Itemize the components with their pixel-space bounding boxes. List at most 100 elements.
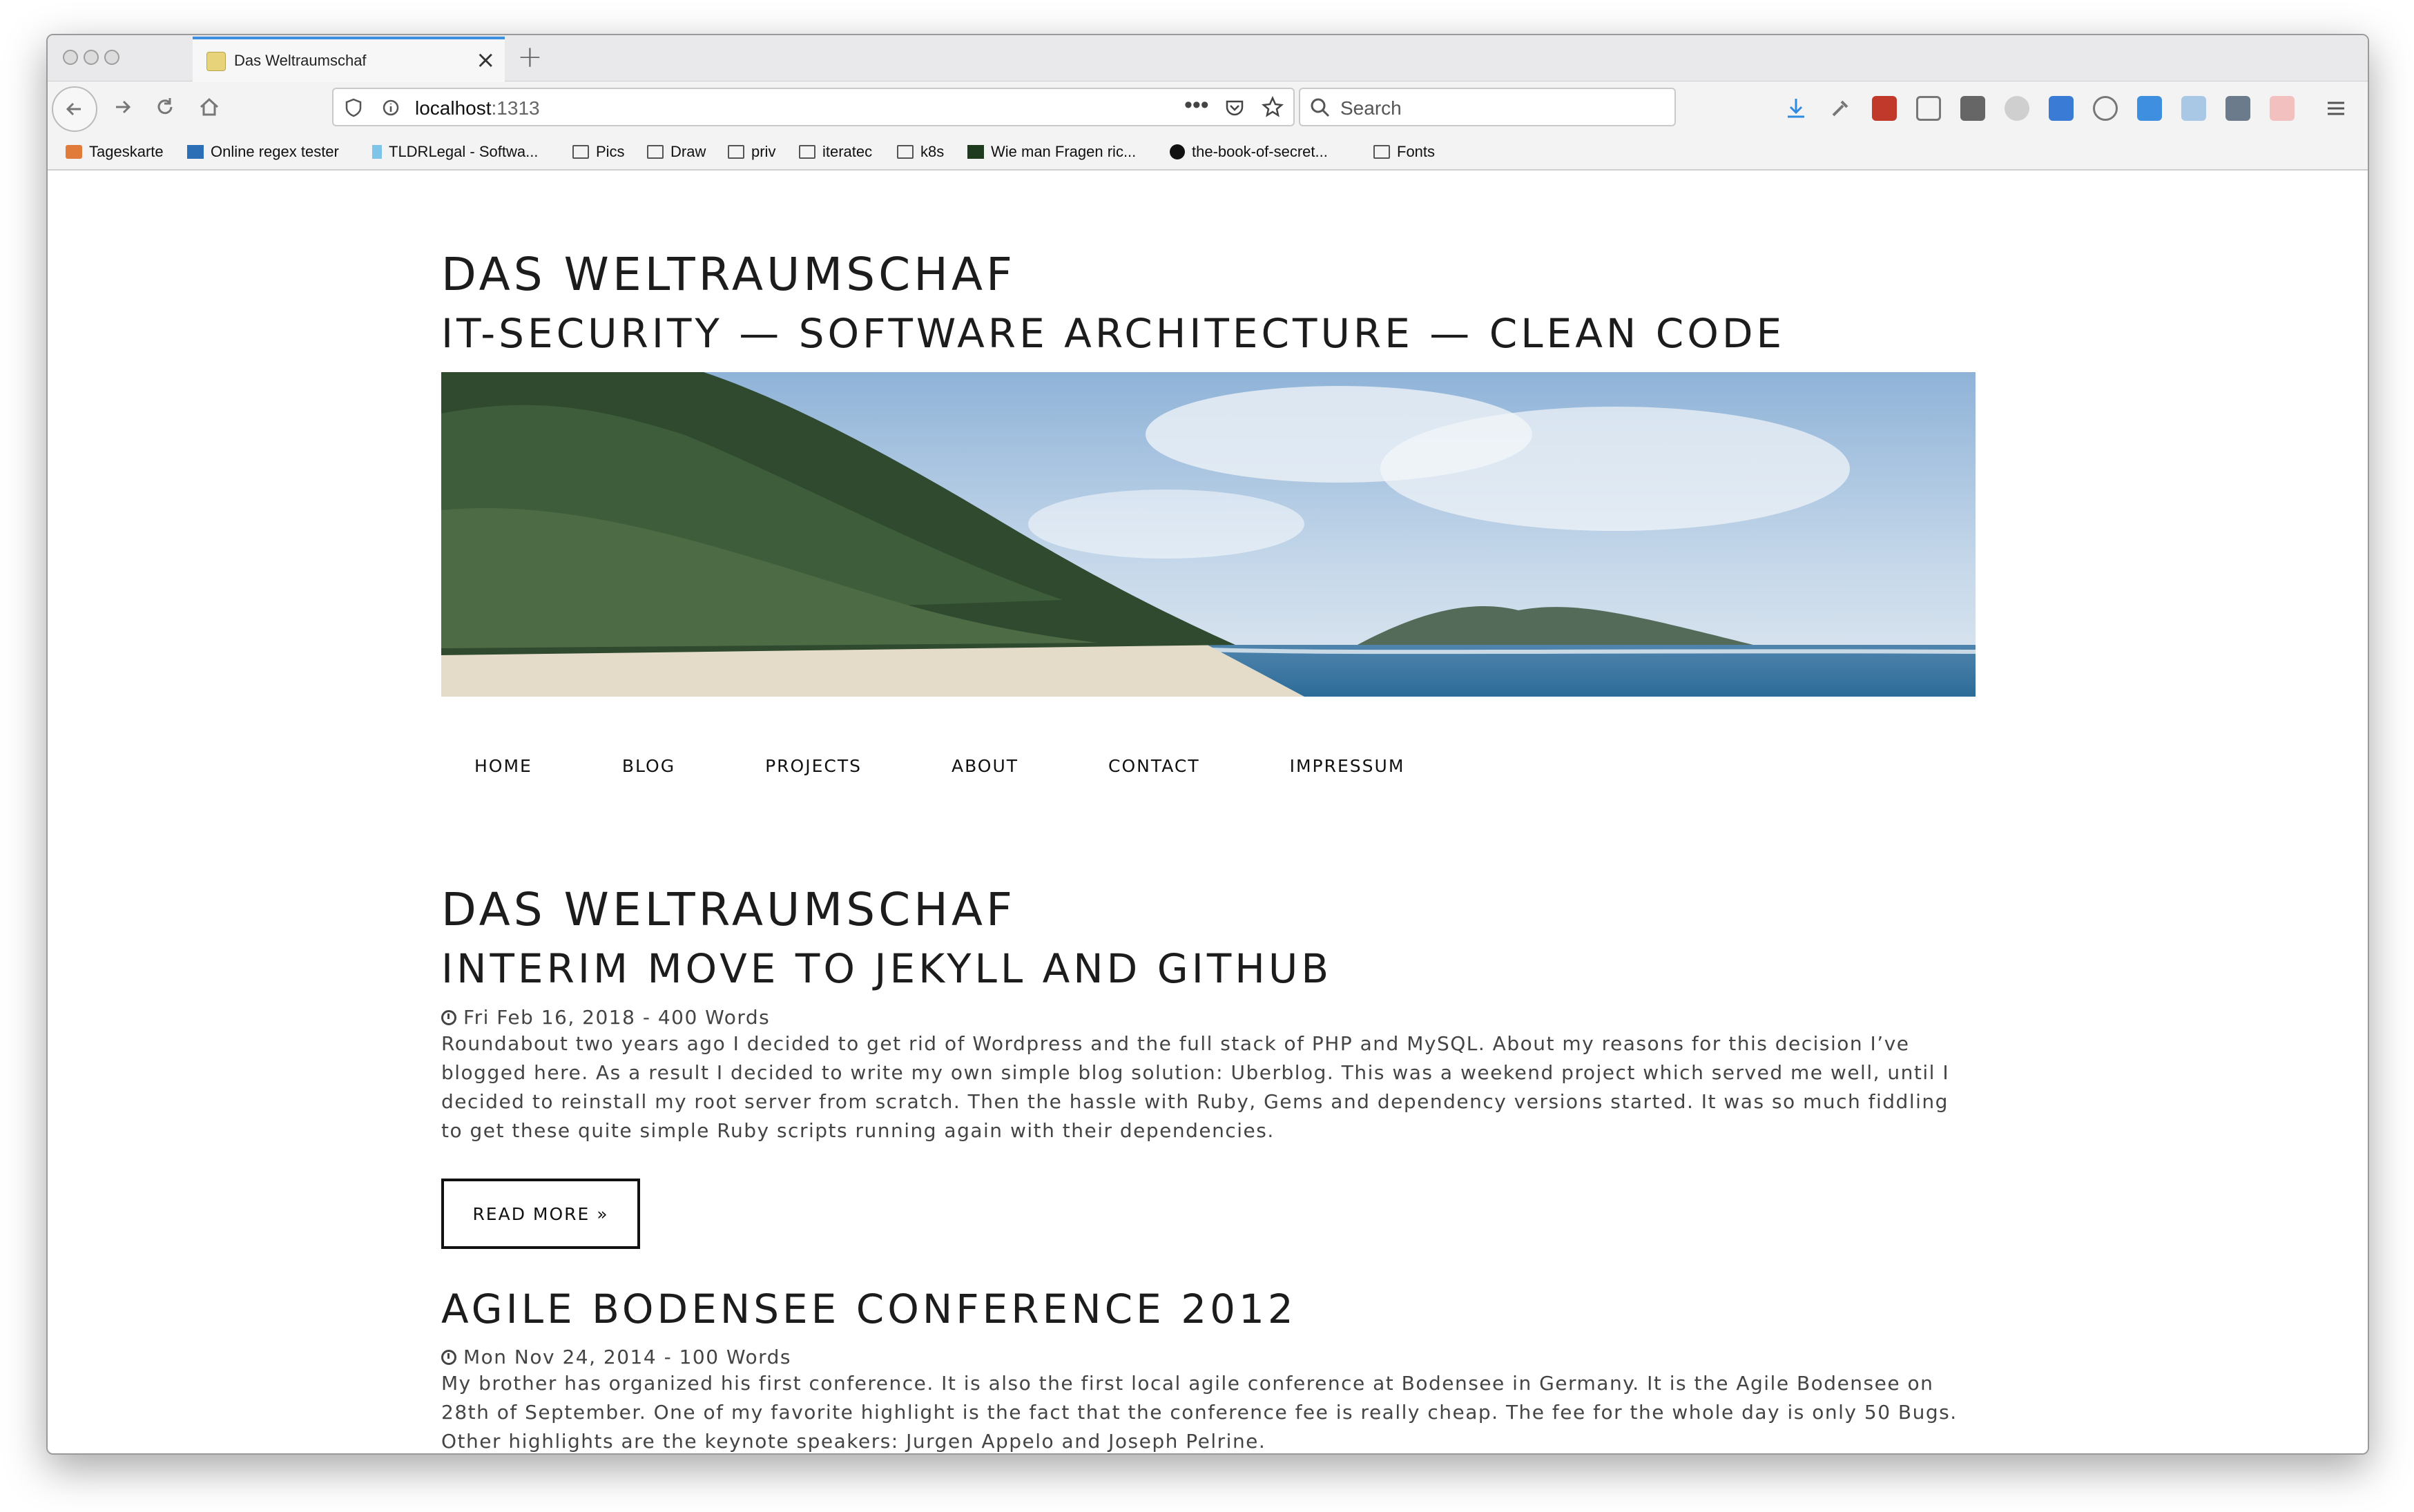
hamburger-menu-icon[interactable]	[2324, 96, 2348, 121]
post-excerpt: Roundabout two years ago I decided to ge…	[441, 1032, 1950, 1142]
search-bar[interactable]: Search	[1299, 88, 1676, 126]
tab-das-weltraumschaf[interactable]: Das Weltraumschaf ×	[193, 37, 505, 82]
github-icon	[1170, 144, 1185, 159]
search-placeholder: Search	[1340, 97, 1402, 119]
bookmark-folder-pics[interactable]: Pics	[572, 143, 625, 161]
browser-chrome: Das Weltraumschaf × + localhost:1313 •••…	[48, 35, 2368, 171]
nav-about[interactable]: ABOUT	[952, 756, 1018, 776]
site-favicon-icon	[206, 52, 226, 71]
clock-icon	[441, 1009, 456, 1025]
folder-icon	[1373, 145, 1390, 159]
forward-arrow-icon	[116, 100, 131, 114]
bookmark-folder-draw[interactable]: Draw	[647, 143, 706, 161]
bookmark-label: iteratec	[822, 143, 873, 160]
folder-icon	[728, 145, 744, 159]
regex-icon	[187, 145, 204, 159]
folder-icon	[897, 145, 914, 159]
minimize-window-button[interactable]	[84, 50, 99, 65]
bookmark-online-regex-tester[interactable]: Online regex tester	[187, 143, 339, 161]
bookmark-label: Draw	[670, 143, 706, 160]
extension-l-icon[interactable]	[2225, 96, 2250, 121]
bookmark-label: the-book-of-secret...	[1192, 143, 1328, 160]
bookmark-folder-iteratec[interactable]: iteratec	[799, 143, 872, 161]
back-button[interactable]	[52, 86, 97, 132]
url-port: :1313	[491, 97, 540, 119]
folder-icon	[799, 145, 815, 159]
pocket-icon[interactable]	[1224, 97, 1245, 118]
tageskarte-icon	[66, 145, 82, 159]
bookmark-wie-man-fragen[interactable]: Wie man Fragen ric...	[967, 143, 1136, 161]
page-heading: DAS WELTRAUMSCHAF	[441, 883, 1016, 936]
url-text: localhost:1313	[415, 97, 540, 119]
bookmarks-toolbar: Tageskarte Online regex tester TLDRLegal…	[48, 136, 2368, 168]
dict-extension-icon[interactable]	[2137, 96, 2162, 121]
forward-button[interactable]	[102, 86, 143, 128]
bookmark-folder-fonts[interactable]: Fonts	[1373, 143, 1435, 161]
nav-impressum[interactable]: IMPRESSUM	[1290, 756, 1405, 776]
bookmark-label: Online regex tester	[211, 143, 339, 160]
bookmark-book-of-secret[interactable]: the-book-of-secret...	[1170, 143, 1328, 161]
folder-icon	[647, 145, 664, 159]
close-window-button[interactable]	[63, 50, 78, 65]
browser-window: Das Weltraumschaf × + localhost:1313 •••…	[46, 34, 2369, 1455]
ublock-origin-icon[interactable]	[1872, 96, 1897, 121]
bookmark-label: k8s	[920, 143, 945, 160]
eyedropper-icon[interactable]	[1828, 96, 1853, 121]
bookmark-label: TLDRLegal - Softwa...	[389, 143, 539, 160]
bookmark-label: Pics	[596, 143, 625, 160]
reload-icon	[157, 98, 173, 115]
back-arrow-icon	[66, 102, 81, 116]
bookmark-label: Fonts	[1397, 143, 1436, 160]
site-info-icon[interactable]	[382, 99, 400, 117]
nav-home[interactable]: HOME	[474, 756, 532, 776]
post-date-wordcount: Fri Feb 16, 2018 - 400 Words	[463, 1006, 771, 1029]
tab-bar: Das Weltraumschaf × +	[48, 35, 2368, 82]
post-excerpt: My brother has organized his first confe…	[441, 1372, 1958, 1453]
new-tab-button[interactable]: +	[517, 39, 543, 75]
extension-image-icon[interactable]	[2181, 96, 2206, 121]
post-title[interactable]: AGILE BODENSEE CONFERENCE 2012	[441, 1286, 1976, 1332]
nav-contact[interactable]: CONTACT	[1108, 756, 1200, 776]
home-button[interactable]	[189, 86, 230, 128]
zoom-window-button[interactable]	[104, 50, 119, 65]
extension-flag-icon[interactable]	[2270, 96, 2295, 121]
bookmark-folder-k8s[interactable]: k8s	[897, 143, 944, 161]
navigation-toolbar: localhost:1313 ••• Search	[48, 81, 2368, 136]
post-title[interactable]: INTERIM MOVE TO JEKYLL AND GITHUB	[441, 945, 1976, 992]
tracking-shield-icon[interactable]	[345, 98, 363, 117]
extension-dots-icon[interactable]	[1960, 96, 1985, 121]
read-more-button[interactable]: READ MORE »	[441, 1179, 640, 1249]
page-actions-icon[interactable]: •••	[1184, 92, 1209, 119]
site-title[interactable]: DAS WELTRAUMSCHAF	[441, 248, 1976, 301]
search-icon	[1311, 98, 1330, 117]
url-bar[interactable]: localhost:1313 •••	[332, 88, 1295, 126]
home-icon	[200, 97, 219, 116]
page-content: DAS WELTRAUMSCHAF IT-SECURITY — SOFTWARE…	[48, 171, 2368, 1453]
post-meta: Fri Feb 16, 2018 - 400 Words	[441, 1006, 1976, 1029]
folder-icon	[572, 145, 589, 159]
bookmark-label: priv	[751, 143, 776, 160]
reader-sidebar-icon[interactable]	[1916, 96, 1941, 121]
nav-blog[interactable]: BLOG	[622, 756, 675, 776]
tldrlegal-icon	[372, 145, 382, 159]
reload-button[interactable]	[144, 86, 186, 128]
downloads-icon[interactable]	[1784, 96, 1808, 121]
header-banner-image	[441, 372, 1976, 697]
nav-projects[interactable]: PROJECTS	[765, 756, 862, 776]
bookmark-tldrlegal[interactable]: TLDRLegal - Softwa...	[372, 143, 538, 161]
bookmark-folder-priv[interactable]: priv	[728, 143, 775, 161]
bookmark-star-icon[interactable]	[1262, 96, 1284, 118]
bookmark-tageskarte[interactable]: Tageskarte	[66, 143, 164, 161]
site-subtitle: IT-SECURITY — SOFTWARE ARCHITECTURE — CL…	[441, 310, 1786, 357]
terminal-icon	[967, 145, 984, 159]
clock-icon	[441, 1349, 456, 1365]
extension-gear-icon[interactable]	[2005, 96, 2029, 121]
url-host: localhost	[415, 97, 492, 119]
account-icon[interactable]	[2093, 96, 2118, 121]
post-meta: Mon Nov 24, 2014 - 100 Words	[441, 1346, 1976, 1368]
post-date-wordcount: Mon Nov 24, 2014 - 100 Words	[463, 1346, 791, 1368]
close-tab-icon[interactable]: ×	[476, 46, 496, 74]
bitwarden-icon[interactable]	[2049, 96, 2074, 121]
tab-title: Das Weltraumschaf	[234, 52, 367, 69]
bookmark-label: Tageskarte	[89, 143, 164, 160]
